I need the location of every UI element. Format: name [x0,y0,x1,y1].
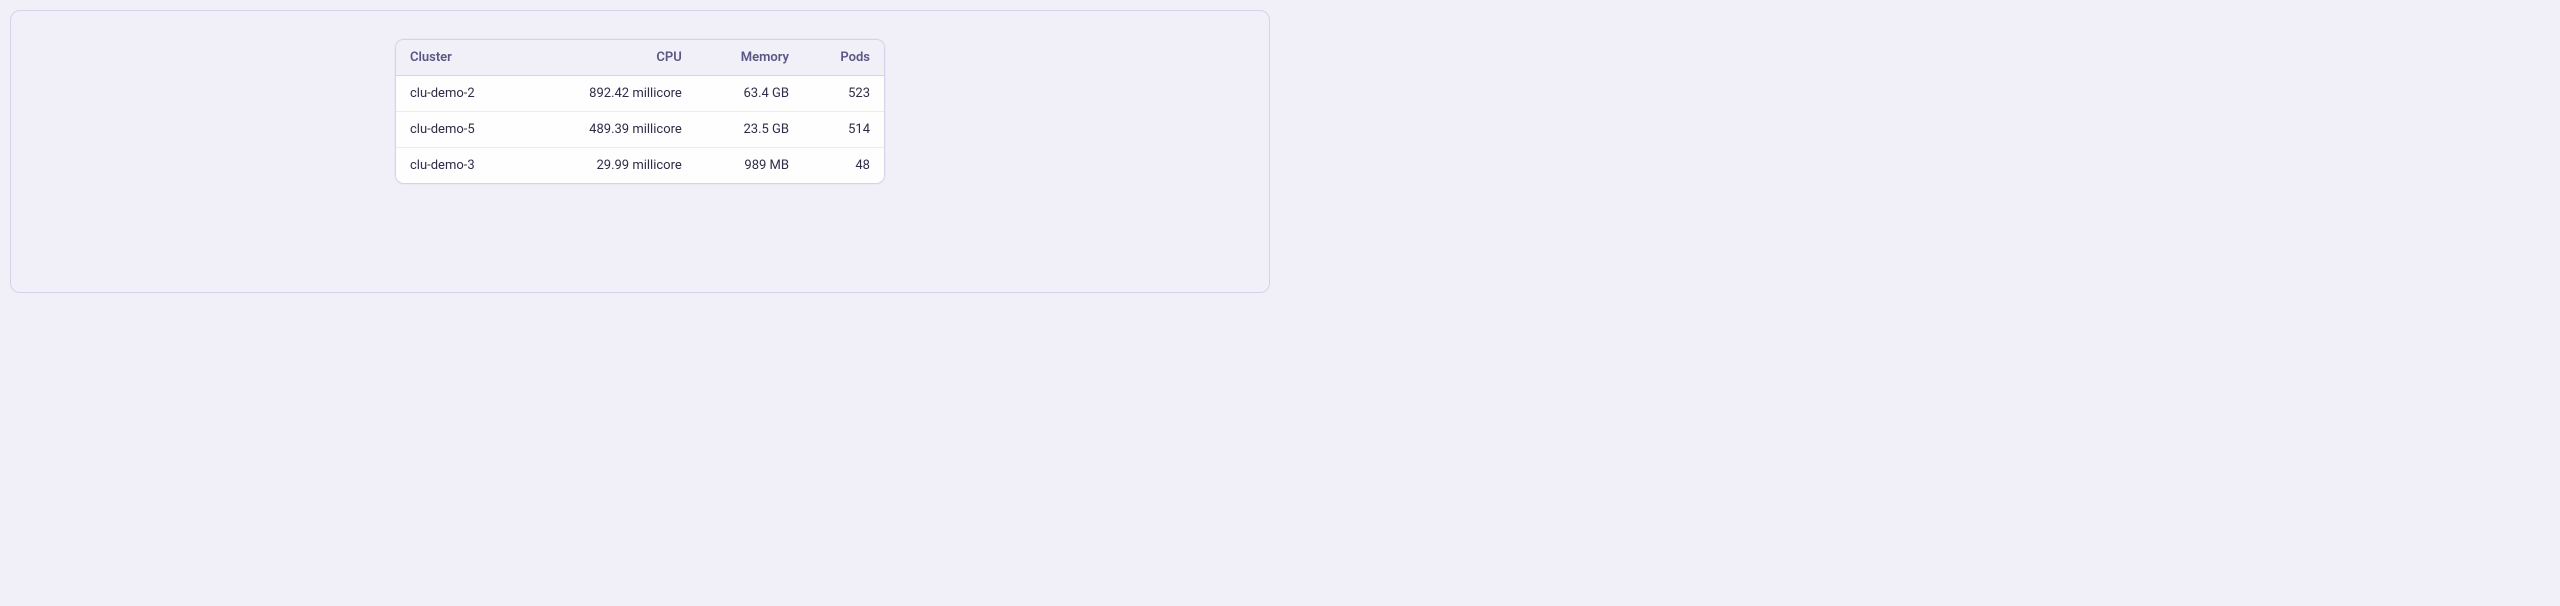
cell-cluster: clu-demo-3 [396,148,526,184]
cell-pods: 48 [803,148,884,184]
col-header-memory[interactable]: Memory [696,40,803,76]
cell-cpu: 892.42 millicore [526,76,696,112]
cell-cpu: 489.39 millicore [526,112,696,148]
col-header-pods[interactable]: Pods [803,40,884,76]
cell-memory: 989 MB [696,148,803,184]
cell-pods: 514 [803,112,884,148]
cell-cpu: 29.99 millicore [526,148,696,184]
table-row[interactable]: clu-demo-3 29.99 millicore 989 MB 48 [396,148,884,184]
table-row[interactable]: clu-demo-5 489.39 millicore 23.5 GB 514 [396,112,884,148]
col-header-cluster[interactable]: Cluster [396,40,526,76]
cell-cluster: clu-demo-5 [396,112,526,148]
clusters-table: Cluster CPU Memory Pods clu-demo-2 892.4… [396,40,884,183]
table-header-row: Cluster CPU Memory Pods [396,40,884,76]
clusters-panel: Cluster CPU Memory Pods clu-demo-2 892.4… [10,10,1270,293]
cell-pods: 523 [803,76,884,112]
cell-cluster: clu-demo-2 [396,76,526,112]
cell-memory: 63.4 GB [696,76,803,112]
clusters-table-card: Cluster CPU Memory Pods clu-demo-2 892.4… [395,39,885,184]
cell-memory: 23.5 GB [696,112,803,148]
table-row[interactable]: clu-demo-2 892.42 millicore 63.4 GB 523 [396,76,884,112]
col-header-cpu[interactable]: CPU [526,40,696,76]
